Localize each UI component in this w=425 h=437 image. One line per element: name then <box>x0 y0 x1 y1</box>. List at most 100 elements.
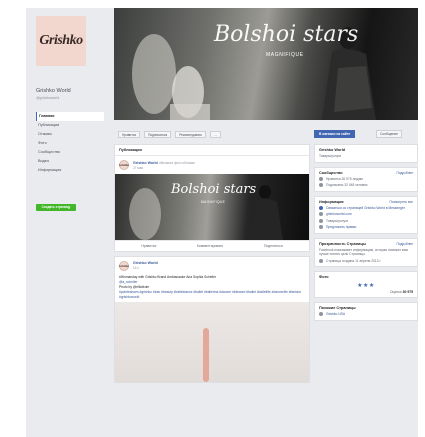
avatar[interactable]: Grishko <box>119 160 129 170</box>
info-header: Информация Посмотреть все <box>319 200 413 204</box>
about-title: Grishko World <box>319 148 413 152</box>
posts-column: Публикации Grishko Grishko World обновил… <box>114 144 310 387</box>
category-text: Товары/услуги <box>326 218 349 223</box>
community-link[interactable]: Подробнее <box>396 171 413 175</box>
thumbs-up-icon <box>319 176 323 181</box>
sidebar-item-photos[interactable]: Фото <box>36 139 104 148</box>
website-link[interactable]: grishkoworld.com <box>326 212 352 217</box>
info-suggest: Предложить правки <box>319 225 413 230</box>
like-button[interactable]: Нравится <box>141 244 156 248</box>
sidebar-item-reviews[interactable]: Отзывы <box>36 130 104 139</box>
cover-subtitle: MAGNIFIQUE <box>266 52 304 58</box>
score-value: 30 975 <box>402 290 413 294</box>
community-header: Сообщество Подробнее <box>319 171 413 175</box>
facebook-page: Grishko Grishko World @grishkoworld Глав… <box>26 8 418 437</box>
rating-header: Фото <box>319 275 413 279</box>
post-author-line: Grishko World обновила фото обложки <box>133 160 195 165</box>
globe-icon <box>319 212 323 217</box>
sidebar-item-home[interactable]: Главная <box>36 112 104 121</box>
transparency-header: Прозрачность Страницы Подробнее <box>319 242 413 246</box>
post-author[interactable]: Grishko World <box>133 261 158 265</box>
related-page-item[interactable]: Grishko USA <box>319 312 413 317</box>
info-website: grishkoworld.com <box>319 212 413 217</box>
about-title-text[interactable]: Grishko World <box>319 148 345 152</box>
likes-row: Нравится 26 975 людям <box>319 177 413 182</box>
messenger-link[interactable]: Связаться со страницей Grishko World в M… <box>326 206 405 211</box>
suggest-edits-link[interactable]: Предложить правки <box>326 225 356 230</box>
recommend-button[interactable]: Рекомендовать <box>175 130 206 138</box>
related-page-name[interactable]: Grishko USA <box>326 312 345 317</box>
comment-button[interactable]: Комментировать <box>197 244 223 248</box>
message-button[interactable]: Сообщение <box>376 130 402 138</box>
post-image-subject <box>203 328 209 382</box>
followers-row: Подписаны 32 048 человек <box>319 183 413 188</box>
avatar[interactable]: Grishko <box>119 261 129 271</box>
messenger-icon <box>319 205 323 210</box>
flag-icon <box>319 258 323 263</box>
related-pages-card: Похожие Страницы Grishko USA <box>314 302 418 321</box>
info-title: Информация <box>319 199 344 204</box>
info-link[interactable]: Посмотреть все <box>390 200 413 204</box>
rating-card: Фото ★★★ Оценка 30 975 <box>314 271 418 298</box>
follow-icon <box>319 183 323 188</box>
post-image[interactable]: Bolshoi stars MAGNIFIQUE <box>115 174 309 240</box>
post-text: #Womanday with Grishko Brand Ambassador … <box>115 275 309 302</box>
post-hashtags[interactable]: #pointeshoes #grishko #tutu #beauty #bal… <box>119 290 305 300</box>
about-card: Grishko World Товары/услуги <box>314 144 418 163</box>
more-button[interactable]: ... <box>210 130 221 138</box>
right-column: Grishko World Товары/услуги Сообщество П… <box>314 144 418 325</box>
sidebar-nav: Главная Публикации Отзывы Фото Сообществ… <box>36 112 104 175</box>
transparency-link[interactable]: Подробнее <box>396 242 413 246</box>
sidebar-item-posts[interactable]: Публикации <box>36 121 104 130</box>
post-time[interactable]: 27 мая <box>133 166 195 170</box>
rating-stars: ★★★ <box>357 283 375 289</box>
post-card: Публикации Grishko Grishko World обновил… <box>114 144 310 252</box>
post-time[interactable]: 14 ч <box>133 266 158 270</box>
transparency-text: Facebook показывает информацию, которая … <box>319 247 408 257</box>
transparency-card: Прозрачность Страницы Подробнее Facebook… <box>314 237 418 267</box>
like-page-button[interactable]: Нравится <box>118 130 141 138</box>
page-created: Страница создана 11 апреля 2012 г. <box>319 259 413 264</box>
transparency-title: Прозрачность Страницы <box>319 241 366 246</box>
post-card: Grishko Grishko World 14 ч #Womanday wit… <box>114 256 310 383</box>
sidebar-item-community[interactable]: Сообщество <box>36 148 104 157</box>
info-category: Товары/услуги <box>319 219 413 224</box>
page-action-bar: Нравится Подписаться Рекомендовать ... В… <box>114 128 418 140</box>
post-header: Grishko Grishko World обновила фото обло… <box>115 156 309 174</box>
avatar-text: Grishko <box>119 163 130 167</box>
post-image[interactable] <box>115 302 309 382</box>
share-button[interactable]: Поделиться <box>264 244 283 248</box>
cover-photo[interactable]: Bolshoi stars MAGNIFIQUE <box>114 8 418 120</box>
page-handle: @grishkoworld <box>36 96 60 100</box>
post-image-title: Bolshoi stars <box>171 182 257 197</box>
logo-text: Grishko <box>39 33 83 48</box>
sidebar-item-info[interactable]: Информация <box>36 166 104 175</box>
page-icon <box>319 312 323 317</box>
tag-icon <box>319 218 323 223</box>
info-card: Информация Посмотреть все Связаться со с… <box>314 195 418 234</box>
sidebar-item-videos[interactable]: Видео <box>36 157 104 166</box>
create-page-button[interactable]: Создать страницу <box>36 204 76 211</box>
edit-icon <box>319 225 323 230</box>
post-activity: обновила фото обложки <box>158 161 195 165</box>
rating-title: Фото <box>319 275 329 279</box>
post-action-bar: Нравится Комментировать Поделиться <box>115 240 309 251</box>
shop-button[interactable]: В магазин на сайте <box>314 130 356 138</box>
info-messenger: Связаться со страницей Grishko World в M… <box>319 206 413 211</box>
page-created-text: Страница создана 11 апреля 2012 г. <box>326 258 382 263</box>
page-sidebar: Grishko Grishko World @grishkoworld Глав… <box>26 8 114 437</box>
page-logo[interactable]: Grishko <box>36 16 86 66</box>
post-author[interactable]: Grishko World <box>133 161 158 165</box>
followers-count: Подписаны 32 048 человек <box>326 183 368 187</box>
about-category: Товары/услуги <box>319 154 342 158</box>
community-title: Сообщество <box>319 170 343 175</box>
follow-button[interactable]: Подписаться <box>144 130 172 138</box>
post-image-subtitle: MAGNIFIQUE <box>201 200 226 204</box>
likes-count: Нравится 26 975 людям <box>326 176 363 181</box>
related-header: Похожие Страницы <box>319 306 413 310</box>
post-meta: Grishko World обновила фото обложки 27 м… <box>133 160 195 170</box>
cover-title: Bolshoi stars <box>214 22 359 47</box>
page-title[interactable]: Grishko World <box>36 88 71 94</box>
score-label: Оценка <box>389 290 402 294</box>
post-header: Grishko Grishko World 14 ч <box>115 257 309 275</box>
